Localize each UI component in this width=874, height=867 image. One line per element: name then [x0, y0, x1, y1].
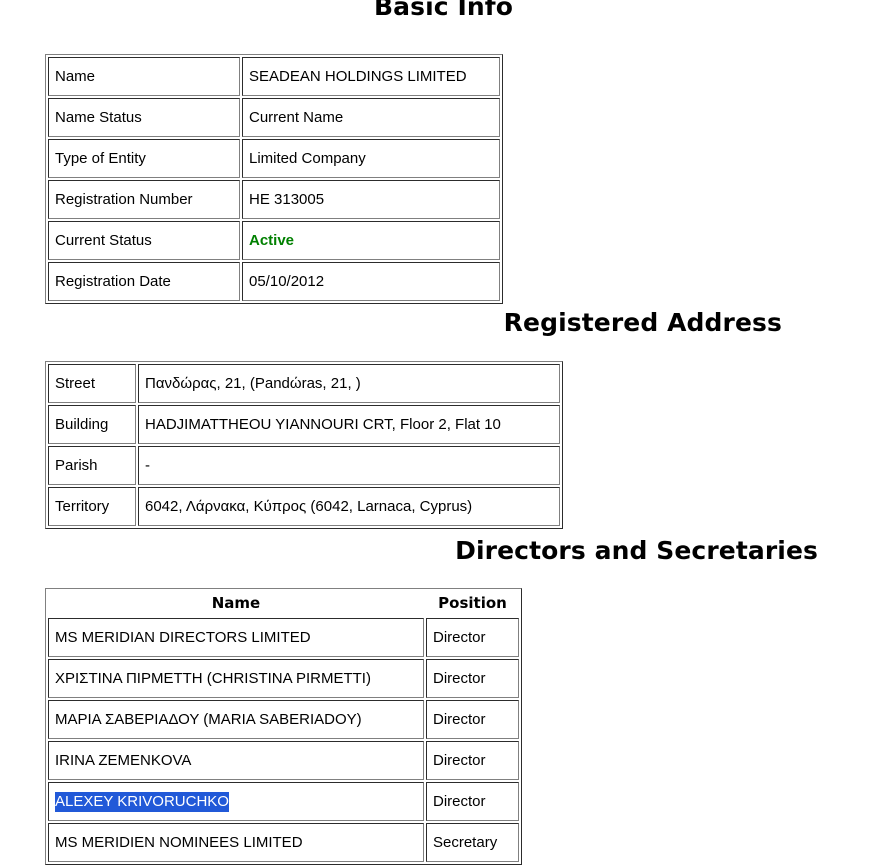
- address-label-building: Building: [48, 405, 136, 444]
- director-name-cell: ΧΡΙΣΤΙΝΑ ΠΙΡΜΕΤΤΗ (CHRISTINA PIRMETTI): [48, 659, 424, 699]
- selected-text-highlight: ALEXEY KRIVORUCHKO: [55, 792, 229, 813]
- basic-info-value-name-status: Current Name: [242, 98, 500, 137]
- basic-info-value-current-status: Active: [242, 221, 500, 260]
- table-row: ΧΡΙΣΤΙΝΑ ΠΙΡΜΕΤΤΗ (CHRISTINA PIRMETTI) D…: [48, 659, 519, 699]
- address-label-territory: Territory: [48, 487, 136, 526]
- basic-info-label-registration-number: Registration Number: [48, 180, 240, 219]
- director-name-cell-selected: ALEXEY KRIVORUCHKO: [48, 782, 424, 822]
- table-row: Registration Number HE 313005: [48, 180, 500, 219]
- address-value-territory: 6042, Λάρνακα, Κύπρος (6042, Larnaca, Cy…: [138, 487, 560, 526]
- basic-info-value-type-of-entity: Limited Company: [242, 139, 500, 178]
- basic-info-label-registration-date: Registration Date: [48, 262, 240, 301]
- directors-table-body: MS MERIDIAN DIRECTORS LIMITED Director Χ…: [48, 618, 519, 863]
- basic-info-label-name: Name: [48, 57, 240, 96]
- table-row: Parish -: [48, 446, 560, 485]
- address-label-parish: Parish: [48, 446, 136, 485]
- director-position-cell: Director: [426, 782, 519, 822]
- table-row: Building HADJIMATTHEOU YIANNOURI CRT, Fl…: [48, 405, 560, 444]
- registered-address-table-body: Street Πανδώρας, 21, (Pandώras, 21, ) Bu…: [48, 364, 560, 526]
- table-row: Registration Date 05/10/2012: [48, 262, 500, 301]
- director-position-cell: Director: [426, 741, 519, 781]
- table-row: Name Status Current Name: [48, 98, 500, 137]
- basic-info-label-type-of-entity: Type of Entity: [48, 139, 240, 178]
- basic-info-table-body: Name SEADEAN HOLDINGS LIMITED Name Statu…: [48, 57, 500, 301]
- director-position-cell: Director: [426, 700, 519, 740]
- director-position-cell: Director: [426, 618, 519, 658]
- director-name-cell: ΜΑΡΙΑ ΣΑΒΕΡΙΑΔΟΥ (MARIA SABERIADOY): [48, 700, 424, 740]
- page-title-basic-info: Basic Info: [374, 0, 514, 21]
- table-row: ΜΑΡΙΑ ΣΑΒΕΡΙΑΔΟΥ (MARIA SABERIADOY) Dire…: [48, 700, 519, 740]
- address-label-street: Street: [48, 364, 136, 403]
- director-name-cell: MS MERIDIEN NOMINEES LIMITED: [48, 823, 424, 863]
- director-name-cell: MS MERIDIAN DIRECTORS LIMITED: [48, 618, 424, 658]
- basic-info-value-registration-number: HE 313005: [242, 180, 500, 219]
- address-value-parish: -: [138, 446, 560, 485]
- director-position-cell: Secretary: [426, 823, 519, 863]
- column-header-name: Name: [211, 594, 261, 612]
- registered-address-table: Street Πανδώρας, 21, (Pandώras, 21, ) Bu…: [45, 361, 563, 529]
- basic-info-value-name: SEADEAN HOLDINGS LIMITED: [242, 57, 500, 96]
- table-row: Name SEADEAN HOLDINGS LIMITED: [48, 57, 500, 96]
- directors-table-head: Name Position: [48, 591, 519, 616]
- table-row: IRINA ZEMENKOVA Director: [48, 741, 519, 781]
- table-row: Street Πανδώρας, 21, (Pandώras, 21, ): [48, 364, 560, 403]
- directors-and-secretaries-table: Name Position MS MERIDIAN DIRECTORS LIMI…: [45, 588, 522, 866]
- table-row: MS MERIDIEN NOMINEES LIMITED Secretary: [48, 823, 519, 863]
- table-row: Territory 6042, Λάρνακα, Κύπρος (6042, L…: [48, 487, 560, 526]
- basic-info-value-registration-date: 05/10/2012: [242, 262, 500, 301]
- director-position-cell: Director: [426, 659, 519, 699]
- address-value-street: Πανδώρας, 21, (Pandώras, 21, ): [138, 364, 560, 403]
- director-name-cell: IRINA ZEMENKOVA: [48, 741, 424, 781]
- basic-info-table: Name SEADEAN HOLDINGS LIMITED Name Statu…: [45, 54, 503, 304]
- table-row: Type of Entity Limited Company: [48, 139, 500, 178]
- column-header-position: Position: [438, 594, 507, 612]
- table-row: MS MERIDIAN DIRECTORS LIMITED Director: [48, 618, 519, 658]
- table-row: ALEXEY KRIVORUCHKO Director: [48, 782, 519, 822]
- basic-info-label-current-status: Current Status: [48, 221, 240, 260]
- address-value-building: HADJIMATTHEOU YIANNOURI CRT, Floor 2, Fl…: [138, 405, 560, 444]
- page-title-directors-and-secretaries: Directors and Secretaries: [455, 536, 818, 565]
- basic-info-label-name-status: Name Status: [48, 98, 240, 137]
- table-header-row: Name Position: [48, 591, 519, 616]
- status-badge: Active: [249, 231, 295, 249]
- table-row: Current Status Active: [48, 221, 500, 260]
- page-title-registered-address: Registered Address: [503, 308, 782, 337]
